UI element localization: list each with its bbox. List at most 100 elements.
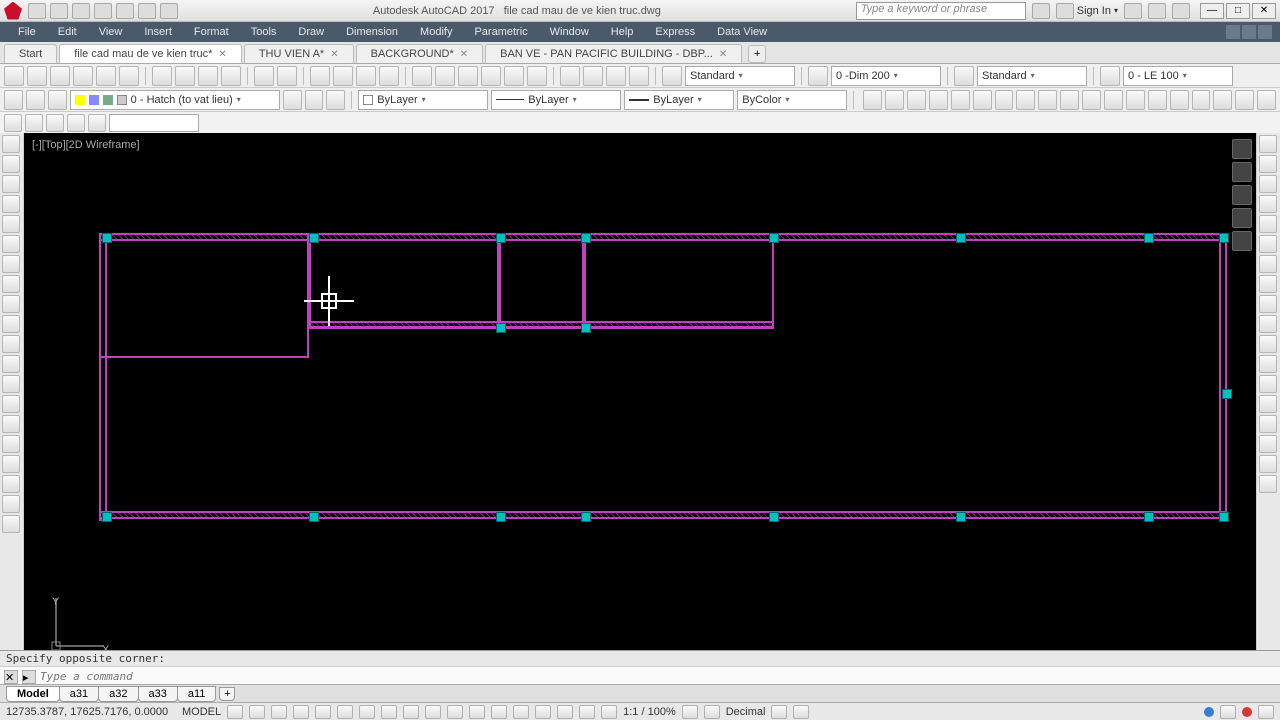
region-icon[interactable] [2, 455, 20, 473]
grip[interactable] [496, 323, 506, 333]
grip[interactable] [102, 233, 112, 243]
drawing-canvas[interactable]: [-][Top][2D Wireframe] [24, 133, 1256, 668]
infer-toggle-icon[interactable] [271, 705, 287, 719]
grip[interactable] [1222, 389, 1232, 399]
maximize-button[interactable]: □ [1226, 3, 1250, 19]
hatch-icon[interactable] [2, 415, 20, 433]
layer-dropdown[interactable]: 0 - Hatch (to vat lieu) [70, 90, 280, 110]
tab-close-icon[interactable]: ✕ [218, 49, 226, 60]
dim-inspect-icon[interactable] [1170, 90, 1189, 110]
layout-add-button[interactable]: + [219, 687, 235, 701]
infocenter-search[interactable]: Type a keyword or phrase [856, 2, 1026, 20]
toolpalettes-icon[interactable] [458, 66, 478, 86]
annotation-visibility-icon[interactable] [579, 705, 595, 719]
grip[interactable] [769, 233, 779, 243]
snap-toggle-icon[interactable] [249, 705, 265, 719]
dynamic-input-icon[interactable] [293, 705, 309, 719]
mirror-icon[interactable] [1259, 175, 1277, 193]
rectangle-icon[interactable] [2, 215, 20, 233]
grip[interactable] [496, 233, 506, 243]
workspace-switch-icon[interactable] [682, 705, 698, 719]
spline-icon[interactable] [2, 295, 20, 313]
grip[interactable] [956, 233, 966, 243]
dim-center-icon[interactable] [1148, 90, 1167, 110]
open-icon[interactable] [50, 3, 68, 19]
selection-filter-icon[interactable] [535, 705, 551, 719]
chamfer-icon[interactable] [1259, 415, 1277, 433]
autoscale-icon[interactable] [601, 705, 617, 719]
plot-icon[interactable] [116, 3, 134, 19]
line-icon[interactable] [2, 135, 20, 153]
zoom-window-icon[interactable] [356, 66, 376, 86]
layer-state-icon[interactable] [26, 90, 45, 110]
preview-icon[interactable] [96, 66, 116, 86]
arc-icon[interactable] [2, 235, 20, 253]
stretch-icon[interactable] [1259, 295, 1277, 313]
lineweight-toggle-icon[interactable] [447, 705, 463, 719]
polyline-icon[interactable] [2, 175, 20, 193]
dim-break-icon[interactable] [1104, 90, 1123, 110]
properties-icon[interactable] [412, 66, 432, 86]
xref-icon[interactable] [606, 66, 626, 86]
extend-icon[interactable] [1259, 335, 1277, 353]
tab-close-icon[interactable]: ✕ [719, 49, 727, 60]
layout-tab[interactable]: a33 [138, 686, 178, 702]
model-space-toggle[interactable]: MODEL [182, 706, 221, 718]
command-input[interactable] [40, 670, 1276, 683]
grip[interactable] [1144, 233, 1154, 243]
tab-thuvien[interactable]: THU VIEN A*✕ [244, 44, 354, 63]
viewport-label[interactable]: [-][Top][2D Wireframe] [32, 139, 140, 151]
signin-button[interactable]: Sign In ▾ [1056, 3, 1118, 19]
point-icon[interactable] [2, 395, 20, 413]
grip[interactable] [496, 512, 506, 522]
move-icon[interactable] [1259, 235, 1277, 253]
transparency-toggle-icon[interactable] [469, 705, 485, 719]
grip[interactable] [102, 512, 112, 522]
command-line[interactable]: ✕ ▸ [0, 666, 1280, 686]
dim-continue-icon[interactable] [1060, 90, 1079, 110]
layout-tab[interactable]: a11 [177, 686, 217, 702]
copy-icon[interactable] [175, 66, 195, 86]
linetype-dropdown[interactable]: ByLayer [491, 90, 621, 110]
dim-diameter-icon[interactable] [973, 90, 992, 110]
rotate-icon[interactable] [1259, 255, 1277, 273]
exchange-icon[interactable] [1124, 3, 1142, 19]
coordinates-readout[interactable]: 12735.3787, 17625.7176, 0.0000 [6, 706, 176, 718]
tablestyle-dropdown[interactable]: Standard [977, 66, 1087, 86]
lock-ui-icon[interactable] [793, 705, 809, 719]
layer-prev-icon[interactable] [48, 90, 67, 110]
menu-dimension[interactable]: Dimension [336, 24, 408, 40]
trim-icon[interactable] [1259, 315, 1277, 333]
quickcalc-icon[interactable] [527, 66, 547, 86]
dimstyle-icon[interactable] [808, 66, 828, 86]
annotation-monitor-icon[interactable] [704, 705, 720, 719]
refedit-remove-icon[interactable] [46, 114, 64, 132]
undo-icon[interactable] [138, 3, 156, 19]
sheetset-icon[interactable] [481, 66, 501, 86]
menu-dataview[interactable]: Data View [707, 24, 777, 40]
saveas-icon[interactable] [94, 3, 112, 19]
showmotion-icon[interactable] [1232, 231, 1252, 251]
fillet-icon[interactable] [1259, 435, 1277, 453]
menu-format[interactable]: Format [184, 24, 239, 40]
dim-update-icon[interactable] [1257, 90, 1276, 110]
hardware-accel-icon[interactable] [1204, 707, 1214, 717]
dim-quick-icon[interactable] [1016, 90, 1035, 110]
polar-toggle-icon[interactable] [337, 705, 353, 719]
redo-icon[interactable] [277, 66, 297, 86]
ortho-toggle-icon[interactable] [315, 705, 331, 719]
save-icon[interactable] [72, 3, 90, 19]
addselected-icon[interactable] [2, 515, 20, 533]
new-icon[interactable] [28, 3, 46, 19]
break-at-icon[interactable] [1259, 355, 1277, 373]
tab-background[interactable]: BACKGROUND*✕ [356, 44, 484, 63]
menu-file[interactable]: File [8, 24, 46, 40]
a360-icon[interactable] [1148, 3, 1166, 19]
dim-ordinate-icon[interactable] [929, 90, 948, 110]
grip[interactable] [1219, 233, 1229, 243]
annotation-scale[interactable]: 1:1 / 100% [623, 706, 676, 718]
isolate-objects-icon[interactable] [1220, 705, 1236, 719]
minimize-button[interactable]: — [1200, 3, 1224, 19]
grip[interactable] [1219, 512, 1229, 522]
refedit-icon[interactable] [4, 114, 22, 132]
